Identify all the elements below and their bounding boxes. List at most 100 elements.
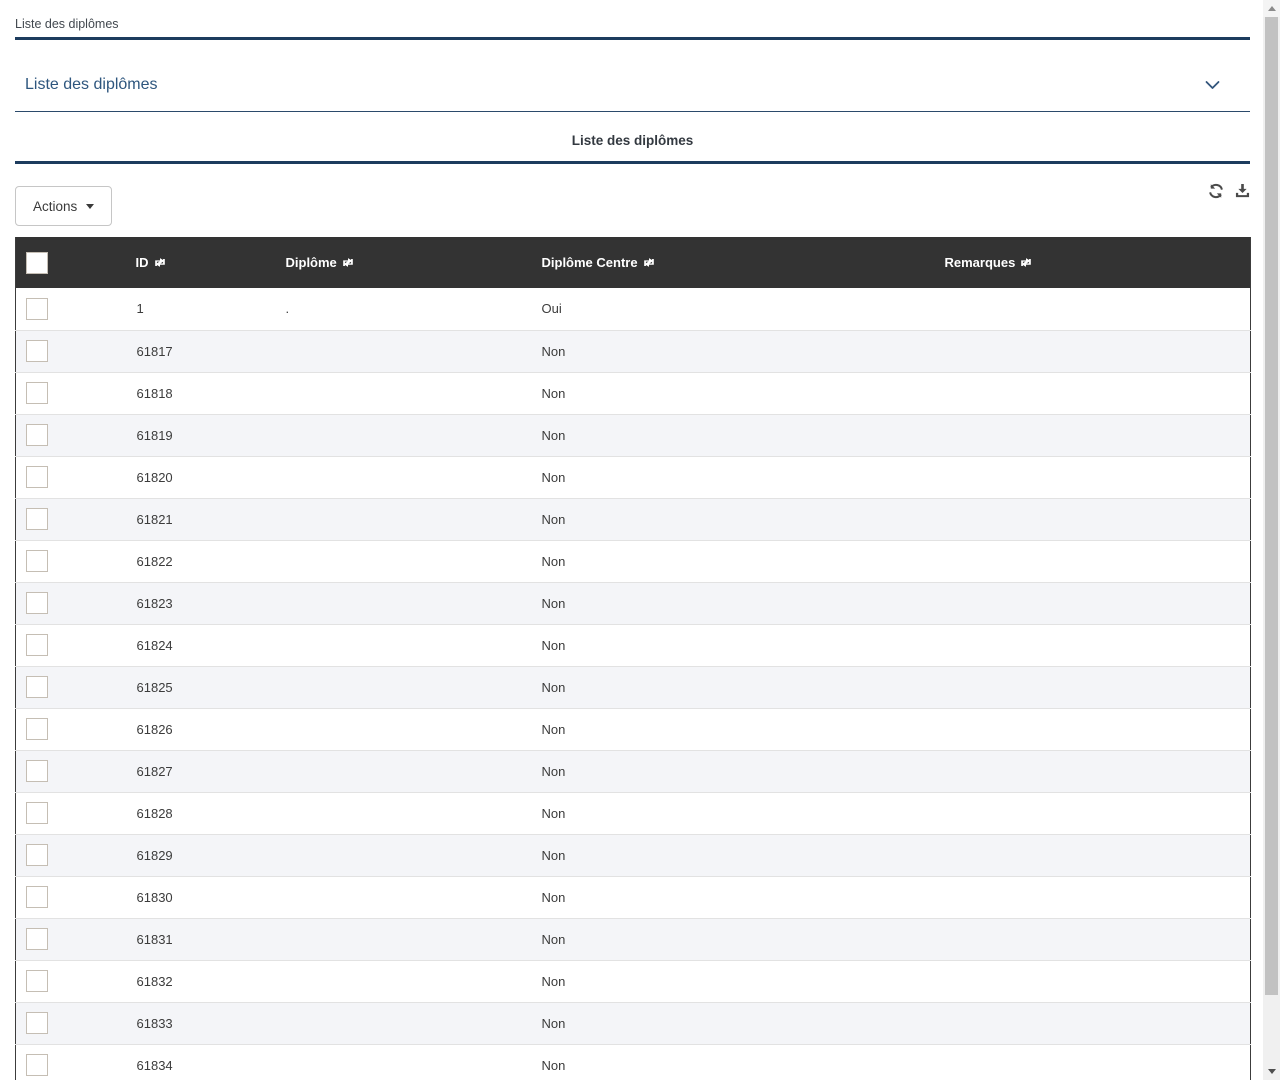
row-checkbox[interactable] <box>26 676 48 698</box>
row-checkbox[interactable] <box>26 970 48 992</box>
scroll-down-button[interactable] <box>1263 1063 1280 1080</box>
row-select-cell <box>16 666 126 708</box>
sort-arrows-icon <box>642 257 656 268</box>
table-row: 61828 Non <box>16 792 1251 834</box>
row-checkbox[interactable] <box>26 760 48 782</box>
remarques-cell <box>935 540 1251 582</box>
caret-down-icon <box>86 204 94 209</box>
diplome-centre-cell: Non <box>532 876 935 918</box>
id-cell: 61830 <box>126 876 276 918</box>
row-checkbox[interactable] <box>26 844 48 866</box>
row-checkbox[interactable] <box>26 508 48 530</box>
row-checkbox[interactable] <box>26 340 48 362</box>
remarques-cell <box>935 918 1251 960</box>
id-cell: 61828 <box>126 792 276 834</box>
row-checkbox[interactable] <box>26 1054 48 1076</box>
remarques-cell <box>935 498 1251 540</box>
row-select-cell <box>16 708 126 750</box>
column-header-id[interactable]: ID <box>126 237 276 288</box>
diplome-cell <box>276 414 532 456</box>
id-cell: 61833 <box>126 1002 276 1044</box>
column-header-remarques[interactable]: Remarques <box>935 237 1251 288</box>
row-checkbox[interactable] <box>26 718 48 740</box>
page-content: Liste des diplômes Liste des diplômes Li… <box>15 0 1250 1080</box>
sort-arrows-icon <box>341 257 355 268</box>
id-cell: 61831 <box>126 918 276 960</box>
region-title: Liste des diplômes <box>15 112 1250 164</box>
scroll-up-icon <box>1268 6 1276 11</box>
table-row: 61832Non <box>16 960 1251 1002</box>
remarques-cell <box>935 708 1251 750</box>
remarques-cell <box>935 624 1251 666</box>
accordion-region-header[interactable]: Liste des diplômes <box>15 40 1250 112</box>
table-body: 1.Oui61817Non61818Non61819Non61820Non618… <box>16 288 1251 1080</box>
row-checkbox[interactable] <box>26 634 48 656</box>
diplome-centre-cell: Non <box>532 834 935 876</box>
table-row: 61830 Non <box>16 876 1251 918</box>
column-label: Remarques <box>945 255 1016 270</box>
accordion-label: Liste des diplômes <box>25 76 158 94</box>
breadcrumb-title: Liste des diplômes <box>15 17 119 31</box>
diplome-cell: . <box>276 288 532 330</box>
row-select-cell <box>16 624 126 666</box>
id-cell: 61824 <box>126 624 276 666</box>
diplome-centre-cell: Non <box>532 456 935 498</box>
scroll-up-button[interactable] <box>1263 0 1280 17</box>
row-checkbox[interactable] <box>26 550 48 572</box>
table-row: 61823Non <box>16 582 1251 624</box>
actions-button[interactable]: Actions <box>15 186 112 226</box>
row-checkbox[interactable] <box>26 592 48 614</box>
row-select-cell <box>16 582 126 624</box>
diplome-cell <box>276 834 532 876</box>
row-checkbox[interactable] <box>26 382 48 404</box>
id-cell: 61834 <box>126 1044 276 1080</box>
diplome-centre-cell: Oui <box>532 288 935 330</box>
scroll-down-icon <box>1268 1069 1276 1074</box>
table-row: 61831Non <box>16 918 1251 960</box>
column-label: ID <box>136 255 149 270</box>
id-cell: 61817 <box>126 330 276 372</box>
remarques-cell <box>935 1002 1251 1044</box>
id-cell: 61827 <box>126 750 276 792</box>
diplome-centre-cell: Non <box>532 666 935 708</box>
row-select-cell <box>16 1002 126 1044</box>
sort-arrows-icon <box>1019 257 1033 268</box>
diplome-centre-cell: Non <box>532 1002 935 1044</box>
download-icon[interactable] <box>1235 183 1250 199</box>
id-cell: 61825 <box>126 666 276 708</box>
remarques-cell <box>935 330 1251 372</box>
scrollbar-thumb[interactable] <box>1265 17 1278 995</box>
diplome-centre-cell: Non <box>532 792 935 834</box>
remarques-cell <box>935 834 1251 876</box>
diplome-centre-cell: Non <box>532 624 935 666</box>
diplome-cell <box>276 456 532 498</box>
row-checkbox[interactable] <box>26 802 48 824</box>
column-header-diplome_centre[interactable]: Diplôme Centre <box>532 237 935 288</box>
row-checkbox[interactable] <box>26 886 48 908</box>
row-checkbox[interactable] <box>26 298 48 320</box>
report-table: IDDiplômeDiplôme CentreRemarques 1.Oui61… <box>15 237 1251 1080</box>
chevron-down-icon[interactable] <box>1205 80 1220 90</box>
diplome-cell <box>276 960 532 1002</box>
diplome-cell <box>276 918 532 960</box>
actions-button-label: Actions <box>33 199 77 214</box>
remarques-cell <box>935 288 1251 330</box>
row-checkbox[interactable] <box>26 1012 48 1034</box>
id-cell: 61829 <box>126 834 276 876</box>
vertical-scrollbar[interactable] <box>1263 0 1280 1080</box>
column-header-diplome[interactable]: Diplôme <box>276 237 532 288</box>
refresh-icon[interactable] <box>1208 183 1224 199</box>
remarques-cell <box>935 1044 1251 1080</box>
select-all-checkbox[interactable] <box>26 252 48 274</box>
table-header-row: ID DiplômeDiplôme Centre Remarques <box>16 237 1251 288</box>
id-cell: 61820 <box>126 456 276 498</box>
table-row: 61833 Non <box>16 1002 1251 1044</box>
diplome-cell <box>276 540 532 582</box>
row-checkbox[interactable] <box>26 424 48 446</box>
row-checkbox[interactable] <box>26 466 48 488</box>
diplome-cell <box>276 1044 532 1080</box>
row-checkbox[interactable] <box>26 928 48 950</box>
diplome-cell <box>276 582 532 624</box>
row-select-cell <box>16 792 126 834</box>
table-row: 61817Non <box>16 330 1251 372</box>
